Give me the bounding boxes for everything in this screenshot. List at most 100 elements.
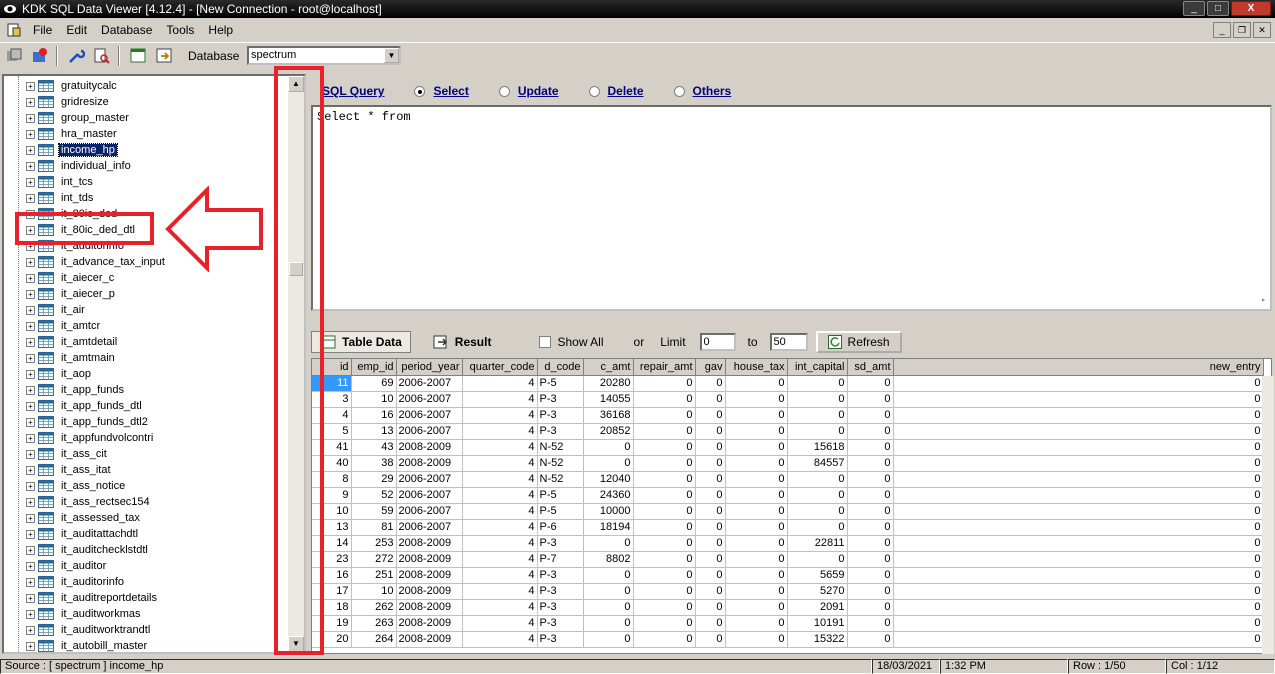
column-header[interactable]: c_amt <box>583 359 634 376</box>
table-cell[interactable]: 0 <box>787 407 848 424</box>
table-cell[interactable]: 0 <box>583 583 634 600</box>
table-cell[interactable]: 0 <box>893 583 1264 600</box>
table-cell[interactable]: 0 <box>893 407 1264 424</box>
table-cell[interactable]: 272 <box>351 551 397 568</box>
tree-item[interactable]: + int_tds <box>26 190 95 206</box>
tree-item[interactable]: + it_auditattachdtl <box>26 526 140 542</box>
table-cell[interactable]: 84557 <box>787 455 848 472</box>
expand-icon[interactable]: + <box>26 449 35 459</box>
table-cell[interactable]: P-3 <box>537 407 584 424</box>
radio-delete[interactable]: Delete <box>588 84 644 98</box>
tree-item[interactable]: + it_air <box>26 302 87 318</box>
table-cell[interactable]: 0 <box>695 407 726 424</box>
table-cell[interactable]: 0 <box>695 519 726 536</box>
disconnect-button[interactable] <box>2 45 26 67</box>
table-cell[interactable]: 2091 <box>787 599 848 616</box>
table-cell[interactable]: 0 <box>583 567 634 584</box>
table-cell[interactable]: 0 <box>725 631 788 648</box>
table-cell[interactable]: 264 <box>351 631 397 648</box>
table-cell[interactable]: 0 <box>633 471 696 488</box>
table-cell[interactable]: 14055 <box>583 391 634 408</box>
radio-dot[interactable] <box>588 85 600 97</box>
table-cell[interactable]: 0 <box>725 615 788 632</box>
table-cell[interactable]: 4 <box>462 567 538 584</box>
close-button[interactable]: X <box>1231 1 1271 16</box>
table-cell[interactable]: 0 <box>695 487 726 504</box>
expand-icon[interactable]: + <box>26 289 35 299</box>
table-cell[interactable]: 0 <box>847 567 894 584</box>
table-cell[interactable]: P-3 <box>537 535 584 552</box>
table-cell[interactable]: 0 <box>695 455 726 472</box>
table-cell[interactable]: 0 <box>893 615 1264 632</box>
table-cell[interactable]: 12040 <box>583 471 634 488</box>
tree-item[interactable]: + it_assessed_tax <box>26 510 142 526</box>
tree-item[interactable]: + it_app_funds_dtl <box>26 398 144 414</box>
menu-file[interactable]: File <box>26 23 59 37</box>
table-row[interactable]: 9 52 2006-2007 4 P-5 24360 0 0 0 0 0 0 <box>312 487 1264 504</box>
column-header[interactable]: emp_id <box>351 359 397 376</box>
radio-others[interactable]: Others <box>673 84 731 98</box>
tree-item[interactable]: + it_ass_notice <box>26 478 127 494</box>
tree-item[interactable]: + it_auditreportdetails <box>26 590 159 606</box>
column-header[interactable]: d_code <box>537 359 584 376</box>
table-cell[interactable]: 4 <box>462 583 538 600</box>
column-header[interactable]: repair_amt <box>633 359 696 376</box>
tab-result[interactable]: Result <box>425 331 500 353</box>
menu-database[interactable]: Database <box>94 23 159 37</box>
table-cell[interactable]: 0 <box>725 535 788 552</box>
table-cell[interactable]: 0 <box>893 391 1264 408</box>
expand-icon[interactable]: + <box>26 193 35 203</box>
chevron-down-icon[interactable]: ▼ <box>384 48 399 63</box>
table-cell[interactable]: 0 <box>633 535 696 552</box>
table-cell[interactable]: 2006-2007 <box>396 407 463 424</box>
expand-icon[interactable]: + <box>26 625 35 635</box>
table-cell[interactable]: N-52 <box>537 471 584 488</box>
expand-icon[interactable]: + <box>26 353 35 363</box>
table-cell[interactable]: 0 <box>633 375 696 392</box>
tree-item[interactable]: + it_app_funds <box>26 382 126 398</box>
table-cell[interactable]: 0 <box>787 487 848 504</box>
window-button[interactable] <box>126 45 150 67</box>
table-cell[interactable]: 0 <box>695 503 726 520</box>
table-cell[interactable]: 2006-2007 <box>396 423 463 440</box>
expand-icon[interactable]: + <box>26 113 35 123</box>
expand-icon[interactable]: + <box>26 609 35 619</box>
table-cell[interactable]: 5270 <box>787 583 848 600</box>
table-cell[interactable]: 0 <box>893 439 1264 456</box>
table-cell[interactable]: 0 <box>847 407 894 424</box>
table-cell[interactable]: 4 <box>462 471 538 488</box>
table-cell[interactable]: 0 <box>893 567 1264 584</box>
search-button[interactable] <box>90 45 114 67</box>
expand-icon[interactable]: + <box>26 257 35 267</box>
table-cell[interactable]: 4 <box>462 599 538 616</box>
table-cell[interactable]: 0 <box>695 599 726 616</box>
table-cell[interactable]: 0 <box>583 439 634 456</box>
table-cell[interactable]: 5659 <box>787 567 848 584</box>
table-cell[interactable]: P-6 <box>537 519 584 536</box>
table-cell[interactable]: 0 <box>695 439 726 456</box>
sql-editor[interactable]: Select * from ▸ <box>311 105 1272 311</box>
table-cell[interactable]: 0 <box>633 583 696 600</box>
table-cell[interactable]: 0 <box>725 439 788 456</box>
table-cell[interactable]: 0 <box>583 599 634 616</box>
table-cell[interactable]: P-3 <box>537 599 584 616</box>
table-cell[interactable]: 0 <box>893 535 1264 552</box>
table-cell[interactable]: 69 <box>351 375 397 392</box>
table-cell[interactable]: 0 <box>633 551 696 568</box>
table-cell[interactable]: 43 <box>351 439 397 456</box>
expand-icon[interactable]: + <box>26 593 35 603</box>
table-cell[interactable]: 2008-2009 <box>396 567 463 584</box>
table-cell[interactable]: 0 <box>893 455 1264 472</box>
expand-icon[interactable]: + <box>26 497 35 507</box>
table-cell[interactable]: 2006-2007 <box>396 487 463 504</box>
table-cell[interactable]: 24360 <box>583 487 634 504</box>
expand-icon[interactable]: + <box>26 129 35 139</box>
tree-item[interactable]: + it_app_funds_dtl2 <box>26 414 150 430</box>
menu-tools[interactable]: Tools <box>159 23 201 37</box>
table-cell[interactable]: 0 <box>725 519 788 536</box>
expand-icon[interactable]: + <box>26 273 35 283</box>
table-cell[interactable]: 0 <box>847 471 894 488</box>
table-cell[interactable]: 8802 <box>583 551 634 568</box>
table-cell[interactable]: 2006-2007 <box>396 503 463 520</box>
table-cell[interactable]: 0 <box>633 407 696 424</box>
